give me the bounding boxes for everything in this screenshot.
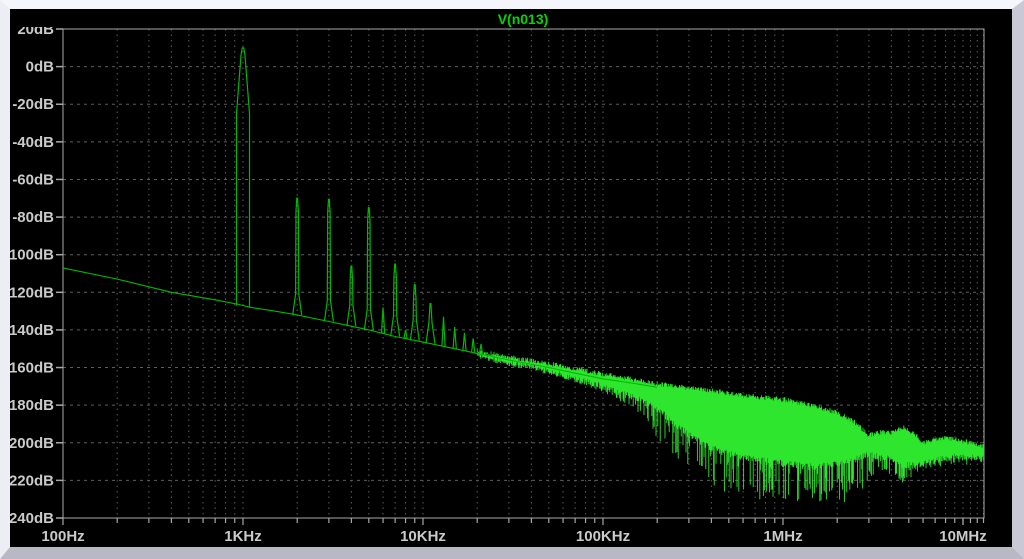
noise-band-path [476, 349, 985, 502]
y-tick-label: -120dB [10, 284, 54, 301]
y-tick-label: -140dB [10, 322, 54, 339]
harmonic-spike [425, 302, 436, 344]
y-tick-label: -20dB [12, 96, 54, 113]
y-tick-label: -160dB [10, 360, 54, 377]
x-tick-label: 10KHz [400, 528, 446, 545]
trace-title-bar: V(n013) [10, 9, 1012, 27]
harmonic-spike [292, 197, 303, 315]
fft-plot-svg: 20dB 0dB -20dB -40dB -60dB -80dB -100dB -120dB -… [4, 21, 987, 545]
x-tick-label: 100Hz [41, 528, 84, 545]
y-tick-label: -60dB [12, 171, 54, 188]
y-tick-label: -240dB [10, 510, 54, 527]
y-tick-label: 20dB [17, 27, 54, 38]
x-tick-label: 1KHz [224, 528, 262, 545]
x-tick-label: 1MHz [763, 528, 802, 545]
y-tick-label: -180dB [10, 397, 54, 414]
harmonic-spike [441, 316, 446, 347]
y-tick-label: -220dB [10, 472, 54, 489]
y-tick-label: -100dB [10, 247, 54, 264]
x-tick-label: 10MHz [939, 528, 987, 545]
harmonic-spike [346, 265, 357, 327]
waveform-window: V(n013) 20dB 0dB -20dB -40dB -60dB -80dB -100d… [0, 0, 1024, 559]
harmonic-spike [390, 263, 401, 337]
y-tick-label: 0dB [26, 59, 55, 76]
harmonic-spikes [235, 47, 484, 355]
harmonic-spike [380, 307, 386, 334]
harmonic-spike [363, 207, 374, 331]
x-tick-label: 100KHz [576, 528, 630, 545]
trace-title[interactable]: V(n013) [498, 11, 549, 27]
y-tick-label: -200dB [10, 435, 54, 452]
y-tick-label: -40dB [12, 134, 54, 151]
plot-area[interactable]: 20dB 0dB -20dB -40dB -60dB -80dB -100dB -120dB -… [4, 21, 1012, 547]
harmonic-spike [462, 332, 467, 351]
harmonic-spike [470, 338, 476, 353]
y-tick-label: -80dB [12, 209, 54, 226]
